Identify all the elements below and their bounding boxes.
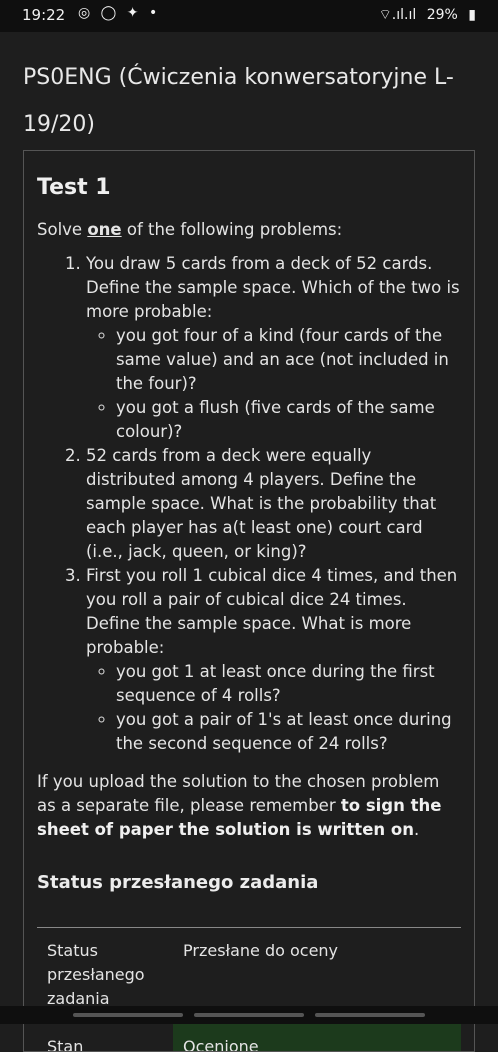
home-button[interactable]	[194, 1013, 304, 1017]
table-row: Stan oceniania Ocenione	[37, 1024, 461, 1052]
problem-option: you got 1 at least once during the first…	[116, 660, 461, 708]
problem-item: First you roll 1 cubical dice 4 times, a…	[86, 564, 461, 756]
battery-icon: ▮	[468, 7, 476, 23]
status-bar: 19:22 ◎ ◯ ✦ • ⌔.ıl.ıl 29% ▮	[0, 0, 498, 32]
row-value: Ocenione	[173, 1024, 461, 1052]
intro-text-end: of the following problems:	[122, 220, 343, 239]
note-text-end: .	[414, 820, 419, 839]
problem-options: you got four of a kind (four cards of th…	[86, 324, 461, 444]
course-title: PS0ENG (Ćwiczenia konwersatoryjne L-19/2…	[23, 54, 463, 148]
assignment-intro: Solve one of the following problems:	[37, 218, 461, 242]
row-label: Stan oceniania	[37, 1024, 173, 1052]
problem-text: First you roll 1 cubical dice 4 times, a…	[86, 566, 457, 657]
problem-option: you got a pair of 1's at least once duri…	[116, 708, 461, 756]
status-right: ⌔.ıl.ıl 29% ▮	[373, 6, 476, 24]
problem-option: you got four of a kind (four cards of th…	[116, 324, 461, 396]
problem-text: You draw 5 cards from a deck of 52 cards…	[86, 254, 460, 321]
problem-options: you got 1 at least once during the first…	[86, 660, 461, 756]
intro-emphasis: one	[87, 220, 121, 239]
problem-text: 52 cards from a deck were equally distri…	[86, 446, 436, 561]
submission-status-heading: Status przesłanego zadania	[37, 872, 461, 893]
back-button[interactable]	[315, 1013, 425, 1017]
notification-icons: ◎ ◯ ✦ •	[78, 5, 160, 21]
battery-percent: 29%	[427, 7, 458, 23]
upload-note: If you upload the solution to the chosen…	[37, 770, 461, 842]
assignment-card: Test 1 Solve one of the following proble…	[23, 150, 475, 1052]
recent-apps-button[interactable]	[73, 1013, 183, 1017]
wifi-signal-icon: ⌔.ıl.ıl	[379, 7, 417, 23]
submission-status-table: Status przesłanego zadania Przesłane do …	[37, 927, 461, 1052]
intro-text: Solve	[37, 220, 87, 239]
problem-item: You draw 5 cards from a deck of 52 cards…	[86, 252, 461, 444]
assignment-title: Test 1	[37, 175, 461, 200]
problem-list: You draw 5 cards from a deck of 52 cards…	[37, 252, 461, 756]
clock: 19:22	[22, 6, 65, 24]
navigation-bar	[0, 1006, 498, 1024]
problem-option: you got a flush (five cards of the same …	[116, 396, 461, 444]
problem-item: 52 cards from a deck were equally distri…	[86, 444, 461, 564]
